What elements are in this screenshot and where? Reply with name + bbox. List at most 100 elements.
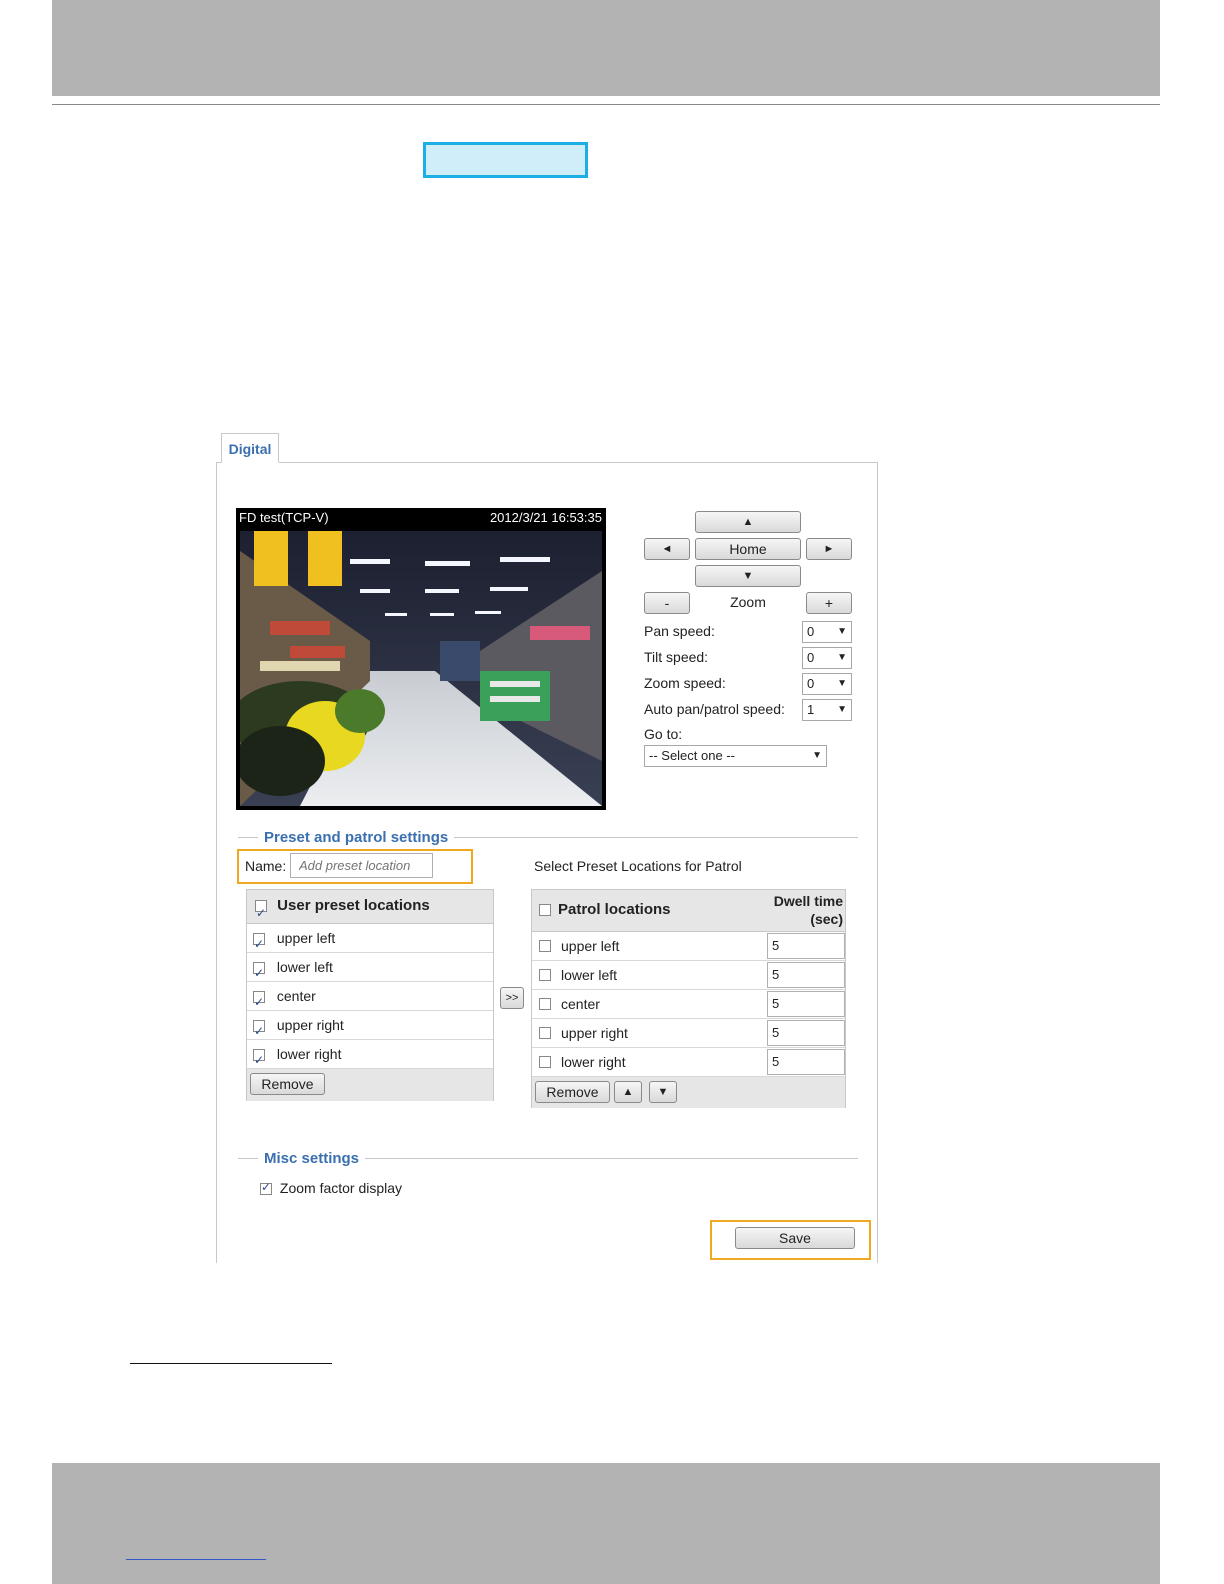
zoom-factor-option: Zoom factor display [260,1180,402,1196]
list-item: lower left [247,953,493,987]
table-row: upper right 5 [532,1019,845,1048]
user-preset-header-label: User preset locations [277,897,430,914]
page-header-bar [52,0,1160,96]
auto-speed-select[interactable]: 1 ▼ [802,699,852,721]
preset-section-title: Preset and patrol settings [258,829,455,846]
remove-patrol-button[interactable]: Remove [535,1081,610,1103]
live-video-image [240,531,602,806]
list-item: center [247,982,493,1016]
video-caption: FD test(TCP-V) 2012/3/21 16:53:35 [236,508,606,530]
pan-speed-value: 0 [807,624,815,639]
move-up-button[interactable]: ▲ [614,1081,642,1103]
patrol-checkbox[interactable] [539,1056,551,1068]
patrol-item-label: upper left [561,938,620,954]
page-footer-bar [52,1463,1160,1584]
patrol-checkbox[interactable] [539,1027,551,1039]
goto-select[interactable]: -- Select one -- ▼ [644,745,827,767]
table-row: center 5 [532,990,845,1019]
patrol-header: Patrol locations Dwell time (sec) [532,890,845,932]
dwell-time-input[interactable]: 5 [767,991,845,1017]
tilt-speed-value: 0 [807,650,815,665]
select-all-user-checkbox[interactable] [255,897,267,929]
zoom-factor-label: Zoom factor display [279,1180,403,1196]
user-preset-header: User preset locations [247,890,493,929]
tilt-up-button[interactable]: ▲ [695,511,801,533]
dwell-time-input[interactable]: 5 [767,962,845,988]
preset-checkbox[interactable] [253,988,265,1016]
auto-speed-value: 1 [807,702,815,717]
user-preset-footer: Remove [247,1069,493,1101]
patrol-item-label: upper right [561,1025,628,1041]
goto-value: -- Select one -- [649,748,735,763]
store-scene-illustration [240,531,602,806]
list-item: upper left [247,924,493,958]
dwell-time-input[interactable]: 5 [767,933,845,959]
remove-preset-button[interactable]: Remove [250,1073,325,1095]
tilt-speed-select[interactable]: 0 ▼ [802,647,852,669]
zoom-speed-label: Zoom speed: [644,675,726,691]
pan-speed-label: Pan speed: [644,623,715,639]
preset-checkbox[interactable] [253,930,265,958]
patrol-list: Patrol locations Dwell time (sec) upper … [531,889,846,1108]
patrol-checkbox[interactable] [539,998,551,1010]
preset-item-label: lower right [276,1046,342,1062]
save-button[interactable]: Save [735,1227,855,1249]
patrol-item-label: center [561,996,600,1012]
pan-left-button[interactable]: ◄ [644,538,690,560]
chevron-down-icon: ▼ [837,626,847,637]
patrol-checkbox[interactable] [539,969,551,981]
preset-name-label: Name: [245,858,287,874]
goto-label: Go to: [644,726,683,742]
tab-digital[interactable]: Digital [221,433,279,463]
list-item: upper right [247,1011,493,1045]
misc-section-title: Misc settings [258,1150,366,1167]
patrol-header-label: Patrol locations [558,901,671,918]
home-button[interactable]: Home [695,538,801,560]
dwell-time-input[interactable]: 5 [767,1049,845,1075]
patrol-checkbox[interactable] [539,940,551,952]
preset-checkbox[interactable] [253,1017,265,1045]
tilt-down-button[interactable]: ▼ [695,565,801,587]
pan-right-button[interactable]: ► [806,538,852,560]
dwell-header-line2: (sec) [810,911,843,927]
zoom-in-button[interactable]: + [806,592,852,614]
patrol-item-label: lower left [561,967,618,983]
chevron-down-icon: ▼ [837,704,847,715]
footnote-divider [130,1363,332,1364]
chevron-down-icon: ▼ [837,652,847,663]
move-down-button[interactable]: ▼ [649,1081,677,1103]
table-row: upper left 5 [532,932,845,961]
chevron-down-icon: ▼ [837,678,847,689]
patrol-heading: Select Preset Locations for Patrol [534,858,742,874]
pan-speed-select[interactable]: 0 ▼ [802,621,852,643]
table-row: lower right 5 [532,1048,845,1077]
user-preset-list: User preset locations upper left lower l… [246,889,494,1101]
preset-item-label: upper right [276,1017,344,1033]
auto-speed-label: Auto pan/patrol speed: [644,701,785,717]
select-all-patrol-checkbox[interactable] [539,904,551,916]
preset-name-input[interactable] [290,853,433,878]
dwell-header-line1: Dwell time [773,893,843,909]
dwell-time-input[interactable]: 5 [767,1020,845,1046]
preset-item-label: lower left [276,959,333,975]
video-timestamp: 2012/3/21 16:53:35 [489,510,602,525]
zoom-speed-value: 0 [807,676,815,691]
zoom-out-button[interactable]: - [644,592,690,614]
zoom-speed-select[interactable]: 0 ▼ [802,673,852,695]
table-row: lower left 5 [532,961,845,990]
chevron-down-icon: ▼ [812,750,822,761]
zoom-factor-checkbox[interactable] [260,1180,272,1196]
header-divider [52,104,1160,105]
highlight-box [423,142,588,178]
zoom-label: Zoom [730,594,766,610]
preset-item-label: upper left [276,930,336,946]
preset-checkbox[interactable] [253,959,265,987]
patrol-item-label: lower right [561,1054,626,1070]
preset-item-label: center [276,988,316,1004]
list-item: lower right [247,1040,493,1074]
preset-checkbox[interactable] [253,1046,265,1074]
footer-link-underline[interactable] [126,1559,266,1560]
patrol-footer: Remove ▲ ▼ [532,1077,845,1108]
add-to-patrol-button[interactable]: >> [500,987,524,1009]
tilt-speed-label: Tilt speed: [644,649,709,665]
